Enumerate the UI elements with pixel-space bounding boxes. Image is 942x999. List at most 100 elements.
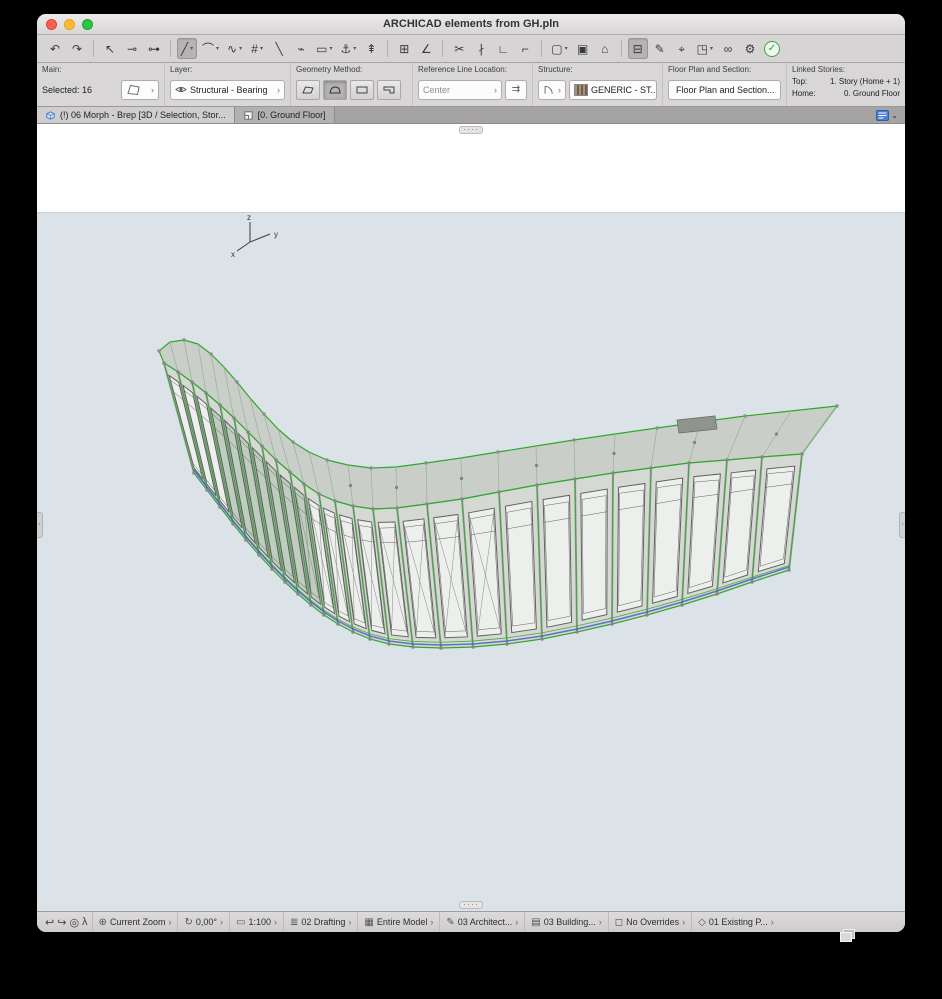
palette-handle-bottom[interactable]: ····: [459, 901, 483, 909]
zoom-control-icon: ⊕: [98, 916, 107, 928]
model-view-options-control-label: 03 Building...: [543, 917, 596, 927]
flip-arrows-icon: ⇉: [511, 84, 521, 95]
zoom-control[interactable]: ⊕ Current Zoom ›: [91, 912, 178, 932]
linked-home-label: Home:: [792, 89, 816, 98]
snap-guides-button-icon: ⊟: [632, 41, 643, 56]
panel-handle-right[interactable]: ›: [899, 512, 905, 538]
view-options-dropdown[interactable]: ◳ ▾: [694, 38, 716, 59]
minimize-button[interactable]: [64, 18, 75, 30]
pick-up-parameters-button[interactable]: ⊸: [122, 38, 142, 59]
pen-set-control-label: 03 Architect...: [457, 917, 513, 927]
settings-gear-button[interactable]: ⚙: [740, 38, 760, 59]
chevron-right-icon: ›: [682, 917, 686, 927]
tab-3d-morph-selection[interactable]: (!) 06 Morph - Brep [3D / Selection, Sto…: [37, 107, 235, 123]
geometry-method-rectangle-button[interactable]: [350, 79, 374, 100]
panel-handle-left[interactable]: ‹: [37, 512, 43, 538]
tab-label: [0. Ground Floor]: [257, 110, 326, 120]
group-dropdown[interactable]: ▢ ▾: [548, 38, 570, 59]
palette-handle-top[interactable]: ····: [459, 126, 483, 134]
selected-count: Selected: 16: [42, 84, 93, 95]
element-elevation-button[interactable]: ⇞: [361, 38, 381, 59]
renovation-filter-control[interactable]: ◇ 01 Existing P... ›: [691, 912, 780, 932]
model-view-options-control[interactable]: ▤ 03 Building... ›: [524, 912, 608, 932]
door-swing-icon: [544, 85, 553, 94]
zoom-previous-button[interactable]: ↩: [45, 916, 54, 929]
paint-brush-button[interactable]: ✎: [650, 38, 670, 59]
adjust-button[interactable]: ∟: [493, 38, 513, 59]
linked-top-label: Top:: [792, 77, 808, 86]
pen-set-control[interactable]: ✎ 03 Architect... ›: [439, 912, 524, 932]
link-elements-button[interactable]: ∞: [718, 38, 738, 59]
layer-selector-button[interactable]: Structural - Bearing ›: [170, 79, 285, 100]
trim-button[interactable]: ✂: [449, 38, 469, 59]
inject-parameters-button[interactable]: ⊶: [144, 38, 164, 59]
scale-control[interactable]: ▭ 1:100 ›: [228, 912, 283, 932]
layer-combination-control[interactable]: ≣ 02 Drafting ›: [282, 912, 357, 932]
close-button[interactable]: [46, 18, 57, 30]
floor-plan-display-button[interactable]: Floor Plan and Section... ›: [668, 79, 781, 100]
3d-viewport[interactable]: z y x: [37, 212, 905, 911]
adjust-button-icon: ∟: [497, 41, 510, 56]
drawing-area[interactable]: z y x ···· ···· ‹ ›: [37, 124, 905, 911]
toolbar-separator: [93, 40, 94, 57]
dropdown-arrow-icon: ▾: [709, 45, 713, 52]
structure-type-button[interactable]: ›: [538, 79, 566, 100]
3d-view-cube-icon: [46, 110, 55, 120]
split-button[interactable]: ∤: [471, 38, 491, 59]
arc-tool-dropdown[interactable]: ⌒ ▾: [199, 38, 222, 59]
fillet-button[interactable]: ⌐: [515, 38, 535, 59]
pick-up-style-button-icon: ⌖: [678, 41, 685, 56]
grid-snap-dropdown[interactable]: # ▾: [247, 38, 267, 59]
home-story-button[interactable]: ⌂: [595, 38, 615, 59]
line-tool-dropdown[interactable]: ╱ ▾: [177, 38, 197, 59]
zoom-next-button[interactable]: ↪: [57, 916, 66, 929]
dropdown-arrow-icon: ▾: [564, 45, 568, 52]
structure-section-label: Structure:: [538, 65, 573, 74]
pick-up-style-button[interactable]: ⌖: [672, 38, 692, 59]
suspend-groups-button[interactable]: ▣: [573, 38, 593, 59]
chevron-right-icon: ›: [494, 84, 497, 95]
view-switcher-button[interactable]: ⌄: [869, 107, 905, 123]
archicad-window: ARCHICAD elements from GH.pln ↶ ↷ ↖ ⊸ ⊶ ╱ ▾ ⌒ ▾ ∿…: [37, 14, 905, 932]
polyline-tool-dropdown[interactable]: ∿ ▾: [224, 38, 245, 59]
gravity-dropdown[interactable]: ⚓ ▾: [337, 38, 359, 59]
walk-mode-button[interactable]: λ: [82, 916, 88, 928]
snap-guides-button[interactable]: ⊟: [627, 38, 648, 59]
reference-line-select[interactable]: Center ›: [418, 79, 502, 100]
orientation-control[interactable]: ↻ 0,00° ›: [177, 912, 229, 932]
redo-button[interactable]: ↷: [67, 38, 87, 59]
dropdown-arrow-icon: ▾: [190, 45, 194, 52]
dimension-button[interactable]: ⊞: [394, 38, 414, 59]
rectangle-shape-icon: [356, 86, 368, 93]
chevron-right-icon: ›: [348, 917, 352, 927]
dropdown-arrow-icon: ▾: [259, 45, 263, 52]
guide-lines-button-icon: ╲: [275, 41, 283, 56]
marquee-dropdown[interactable]: ▭ ▾: [313, 38, 335, 59]
orientation-control-label: 0,00°: [195, 917, 217, 927]
window-proxy-icon: [840, 929, 855, 947]
reference-line-section-label: Reference Line Location:: [418, 65, 507, 74]
angle-dimension-button[interactable]: ∠: [416, 38, 436, 59]
flip-reference-button[interactable]: ⇉: [505, 79, 527, 100]
graphic-override-control[interactable]: ◻ No Overrides ›: [607, 912, 691, 932]
guide-lines-button[interactable]: ╲: [269, 38, 289, 59]
statusbar-tools: ↩ ↪ ◎ λ: [41, 916, 92, 929]
geometry-method-curved-button[interactable]: [323, 79, 347, 100]
tab-bar: (!) 06 Morph - Brep [3D / Selection, Sto…: [37, 107, 905, 124]
fullscreen-button[interactable]: [82, 18, 93, 30]
morph-settings-button[interactable]: ›: [121, 79, 159, 100]
undo-button[interactable]: ↶: [45, 38, 65, 59]
tab-ground-floor[interactable]: [0. Ground Floor]: [234, 107, 335, 123]
geometry-method-polygonal-button[interactable]: [296, 79, 320, 100]
geometry-method-complex-button[interactable]: [377, 79, 401, 100]
structure-display-control[interactable]: ▦ Entire Model ›: [357, 912, 439, 932]
fit-in-window-button[interactable]: ◎: [69, 916, 79, 929]
magic-wand-button[interactable]: ⌁: [291, 38, 311, 59]
morph-model[interactable]: z y x: [37, 213, 905, 911]
select-arrow-button[interactable]: ↖: [100, 38, 120, 59]
confirm-button[interactable]: ✓: [763, 40, 780, 57]
navigator-panel-icon: [876, 109, 890, 121]
zoom-control-label: Current Zoom: [109, 917, 166, 927]
building-material-button[interactable]: GENERIC - ST... ›: [569, 79, 657, 100]
chevron-right-icon: ›: [151, 84, 154, 95]
